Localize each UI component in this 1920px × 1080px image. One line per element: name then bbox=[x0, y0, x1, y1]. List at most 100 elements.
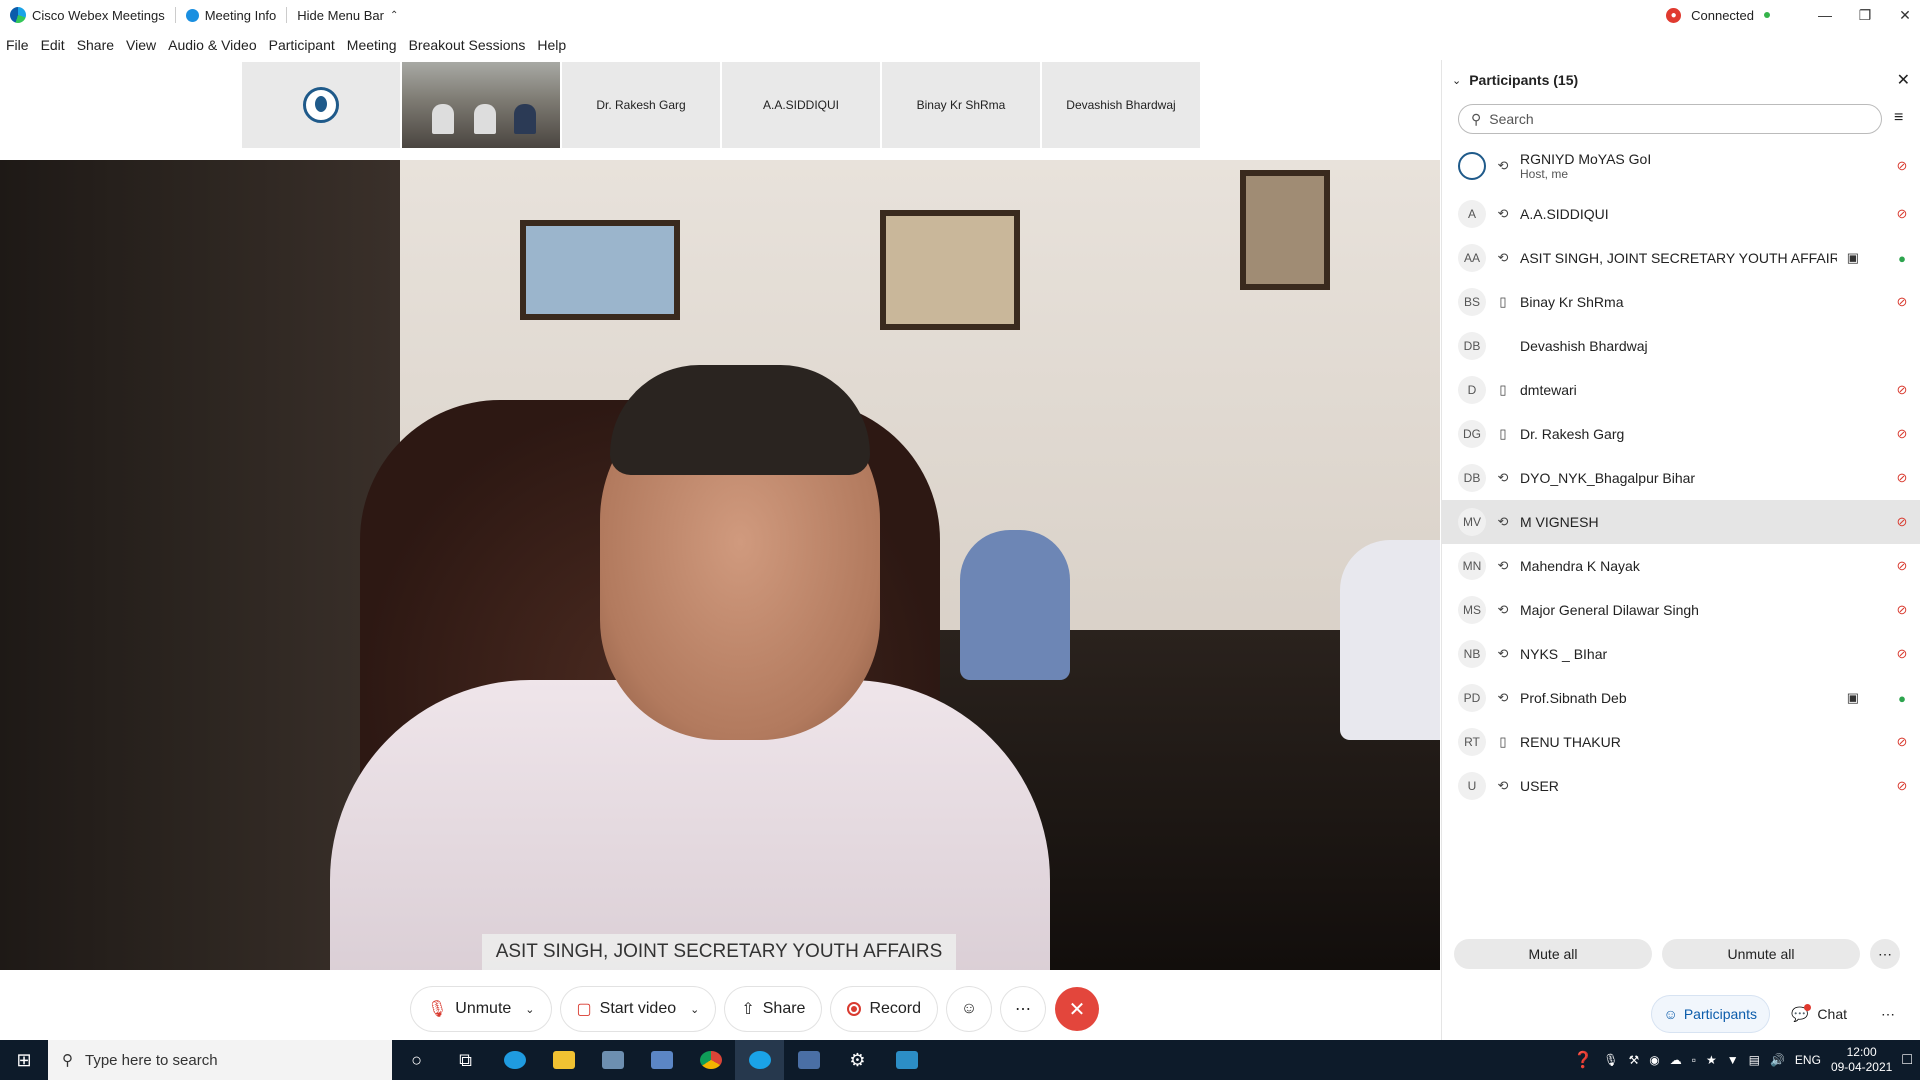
participant-row[interactable]: PD ⟲ Prof.Sibnath Deb ▣ ● bbox=[1442, 676, 1920, 720]
mic-muted-icon[interactable]: ⊘ bbox=[1895, 382, 1909, 398]
menu-help[interactable]: Help bbox=[531, 37, 572, 53]
participant-row[interactable]: NB ⟲ NYKS _ BIhar ⊘ bbox=[1442, 632, 1920, 676]
app-icon[interactable] bbox=[637, 1040, 686, 1080]
mute-all-button[interactable]: Mute all bbox=[1454, 939, 1652, 969]
start-video-button[interactable]: ▢ Start video ⌄ bbox=[560, 987, 716, 1031]
participant-row[interactable]: RT ▯ RENU THAKUR ⊘ bbox=[1442, 720, 1920, 764]
participant-row[interactable]: U ⟲ USER ⊘ bbox=[1442, 764, 1920, 808]
minimize-icon[interactable]: — bbox=[1810, 7, 1840, 23]
mic-muted-icon[interactable]: ⊘ bbox=[1895, 646, 1909, 662]
leave-meeting-button[interactable]: ✕ bbox=[1055, 987, 1100, 1031]
menu-participant[interactable]: Participant bbox=[263, 37, 341, 53]
menu-file[interactable]: File bbox=[0, 37, 35, 53]
more-icon[interactable]: ⋯ bbox=[1870, 939, 1900, 969]
menu-breakout-sessions[interactable]: Breakout Sessions bbox=[403, 37, 532, 53]
share-button[interactable]: ⇧ Share bbox=[725, 987, 822, 1031]
participant-name-block: RENU THAKUR bbox=[1520, 734, 1885, 750]
unmute-all-button[interactable]: Unmute all bbox=[1662, 939, 1860, 969]
more-icon[interactable]: ⋯ bbox=[1869, 996, 1907, 1032]
calculator-icon[interactable] bbox=[784, 1040, 833, 1080]
close-icon[interactable]: ✕ bbox=[1897, 70, 1910, 90]
notifications-icon[interactable]: □ bbox=[1902, 1051, 1912, 1069]
thumbnail-video[interactable] bbox=[402, 62, 560, 148]
app-icon[interactable] bbox=[588, 1040, 637, 1080]
network-icon[interactable]: ▤ bbox=[1749, 1053, 1760, 1067]
menu-view[interactable]: View bbox=[120, 37, 162, 53]
app-icon[interactable] bbox=[882, 1040, 931, 1080]
taskbar-clock[interactable]: 12:00 09-04-2021 bbox=[1831, 1045, 1892, 1075]
sort-icon[interactable]: ≡ bbox=[1894, 109, 1903, 127]
chrome-icon[interactable] bbox=[686, 1040, 735, 1080]
settings-icon[interactable]: ⚙ bbox=[833, 1040, 882, 1080]
avatar: DB bbox=[1458, 332, 1486, 360]
mic-muted-icon[interactable]: ⊘ bbox=[1895, 514, 1909, 530]
chevron-down-icon[interactable]: ⌄ bbox=[1452, 74, 1461, 87]
mic-muted-icon[interactable]: ⊘ bbox=[1895, 206, 1909, 222]
task-view-icon[interactable]: ⧉ bbox=[441, 1040, 490, 1080]
meeting-info-button[interactable]: Meeting Info bbox=[176, 0, 287, 30]
menu-audio-video[interactable]: Audio & Video bbox=[162, 37, 262, 53]
participant-search-input[interactable]: ⚲ Search bbox=[1458, 104, 1882, 134]
thumbnail-participant[interactable]: A.A.SIDDIQUI bbox=[722, 62, 880, 148]
tab-chat[interactable]: 💬 Chat bbox=[1779, 996, 1859, 1032]
restore-icon[interactable]: ❐ bbox=[1850, 7, 1880, 24]
participant-row[interactable]: BS ▯ Binay Kr ShRma ⊘ bbox=[1442, 280, 1920, 324]
tray-icon[interactable]: ★ bbox=[1706, 1053, 1717, 1067]
mic-muted-icon[interactable]: ⊘ bbox=[1895, 470, 1909, 486]
mic-muted-icon[interactable]: ⊘ bbox=[1895, 734, 1909, 750]
avatar: AA bbox=[1458, 244, 1486, 272]
participant-name-block: A.A.SIDDIQUI bbox=[1520, 206, 1885, 222]
mic-muted-icon[interactable]: ⊘ bbox=[1895, 778, 1909, 794]
thumbnail-participant[interactable]: Devashish Bhardwaj bbox=[1042, 62, 1200, 148]
tray-icon[interactable]: ☁ bbox=[1670, 1053, 1682, 1067]
menu-edit[interactable]: Edit bbox=[35, 37, 71, 53]
edge-icon[interactable] bbox=[490, 1040, 539, 1080]
participant-row[interactable]: DB ⟲ DYO_NYK_Bhagalpur Bihar ⊘ bbox=[1442, 456, 1920, 500]
mic-muted-icon[interactable]: ⊘ bbox=[1895, 558, 1909, 574]
hide-menu-bar-button[interactable]: Hide Menu Bar ⌃ bbox=[287, 0, 408, 30]
mic-muted-icon[interactable]: ⊘ bbox=[1895, 602, 1909, 618]
participant-row[interactable]: DG ▯ Dr. Rakesh Garg ⊘ bbox=[1442, 412, 1920, 456]
help-icon[interactable]: ❓ bbox=[1573, 1050, 1593, 1070]
participant-row[interactable]: D ▯ dmtewari ⊘ bbox=[1442, 368, 1920, 412]
mic-icon[interactable]: 🎙 bbox=[1603, 1053, 1618, 1067]
more-options-button[interactable]: ⋯ bbox=[1001, 987, 1046, 1031]
tray-icon[interactable]: ▼ bbox=[1727, 1053, 1739, 1067]
tab-participants[interactable]: ☺ Participants bbox=[1651, 996, 1769, 1032]
participant-row[interactable]: MV ⟲ M VIGNESH ⊘ bbox=[1442, 500, 1920, 544]
chevron-down-icon[interactable]: ⌄ bbox=[525, 1003, 534, 1016]
menu-share[interactable]: Share bbox=[71, 37, 120, 53]
menu-meeting[interactable]: Meeting bbox=[341, 37, 403, 53]
cortana-icon[interactable]: ○ bbox=[392, 1040, 441, 1080]
participant-row[interactable]: ⟲ RGNIYD MoYAS GoI Host, me ⊘ bbox=[1442, 140, 1920, 192]
reactions-button[interactable]: ☺ bbox=[947, 987, 992, 1031]
thumbnail-participant[interactable]: Dr. Rakesh Garg bbox=[562, 62, 720, 148]
tray-icon[interactable]: ◉ bbox=[1649, 1053, 1659, 1067]
mic-muted-icon[interactable]: ⊘ bbox=[1895, 426, 1909, 442]
participant-row[interactable]: MN ⟲ Mahendra K Nayak ⊘ bbox=[1442, 544, 1920, 588]
main-video-stage bbox=[0, 160, 1440, 970]
mic-on-icon[interactable]: ● bbox=[1895, 691, 1909, 706]
audio-connection-icon: ⟲ bbox=[1497, 646, 1509, 661]
participant-row[interactable]: DB Devashish Bhardwaj bbox=[1442, 324, 1920, 368]
tray-icon[interactable]: ⚒ bbox=[1628, 1053, 1639, 1067]
windows-start-icon[interactable]: ⊞ bbox=[0, 1040, 48, 1080]
record-button[interactable]: Record bbox=[831, 987, 938, 1031]
thumbnail-host[interactable] bbox=[242, 62, 400, 148]
participant-row[interactable]: AA ⟲ ASIT SINGH, JOINT SECRETARY YOUTH AFF… bbox=[1442, 236, 1920, 280]
participant-row[interactable]: MS ⟲ Major General Dilawar Singh ⊘ bbox=[1442, 588, 1920, 632]
taskbar-search-input[interactable]: ⚲ Type here to search bbox=[48, 1040, 392, 1080]
webex-taskbar-icon[interactable] bbox=[735, 1040, 784, 1080]
chevron-down-icon[interactable]: ⌄ bbox=[690, 1003, 699, 1016]
thumbnail-participant[interactable]: Binay Kr ShRma bbox=[882, 62, 1040, 148]
language-indicator[interactable]: ENG bbox=[1795, 1053, 1821, 1067]
mic-muted-icon[interactable]: ⊘ bbox=[1895, 294, 1909, 310]
participant-row[interactable]: A ⟲ A.A.SIDDIQUI ⊘ bbox=[1442, 192, 1920, 236]
unmute-button[interactable]: 🎙 Unmute ⌄ bbox=[410, 987, 551, 1031]
mic-muted-icon[interactable]: ⊘ bbox=[1895, 158, 1909, 174]
close-window-icon[interactable]: ✕ bbox=[1890, 7, 1920, 24]
mic-on-icon[interactable]: ● bbox=[1895, 251, 1909, 266]
volume-icon[interactable]: 🔊 bbox=[1770, 1053, 1785, 1067]
file-explorer-icon[interactable] bbox=[539, 1040, 588, 1080]
tray-icon[interactable]: ▫ bbox=[1692, 1053, 1696, 1067]
